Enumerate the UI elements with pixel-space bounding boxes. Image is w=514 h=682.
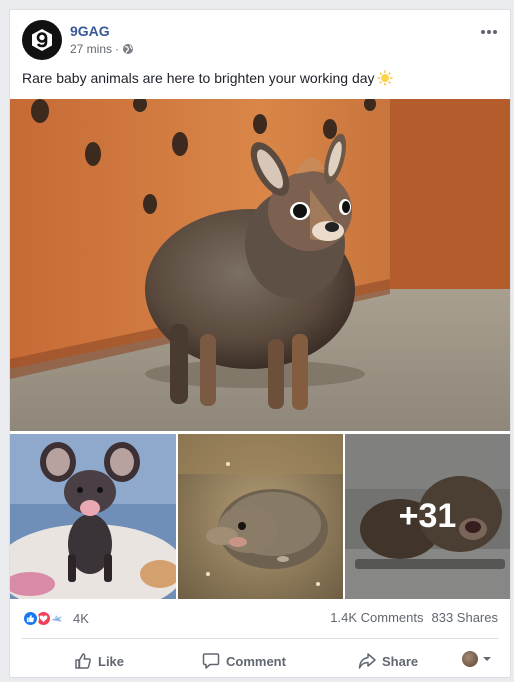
globe-icon[interactable]: [122, 43, 134, 55]
post-meta: 27 mins ·: [70, 42, 134, 56]
page-name[interactable]: 9GAG: [70, 23, 110, 39]
photo-main[interactable]: [10, 99, 510, 431]
share-icon: [358, 653, 376, 669]
comment-icon: [202, 653, 220, 669]
comment-count[interactable]: 1.4K Comments: [330, 610, 423, 625]
9gag-logo-icon: [32, 29, 52, 51]
share-button[interactable]: Share: [358, 652, 418, 670]
sun-emoji-icon: [377, 70, 393, 86]
page-avatar[interactable]: [22, 20, 62, 60]
photo-thumb-3[interactable]: +31: [345, 434, 510, 599]
comment-button[interactable]: Comment: [202, 652, 286, 670]
actions-divider: [22, 638, 498, 639]
more-photos-overlay[interactable]: +31: [345, 434, 510, 599]
post-card: 9GAG 27 mins · Rare baby animals are her…: [9, 9, 511, 678]
like-button[interactable]: Like: [74, 652, 124, 670]
post-text: Rare baby animals are here to brighten y…: [22, 70, 393, 86]
more-options-icon[interactable]: [480, 22, 498, 40]
engagement-stats: 1.4K Comments 833 Shares: [330, 610, 498, 625]
chevron-down-icon: [483, 657, 491, 661]
share-label: Share: [382, 653, 419, 669]
post-message: Rare baby animals are here to brighten y…: [22, 70, 375, 86]
thumbs-up-icon: [75, 653, 91, 669]
post-timestamp[interactable]: 27 mins: [70, 42, 112, 56]
post-header: 9GAG 27 mins ·: [22, 20, 498, 60]
post-stats: 4K 1.4K Comments 833 Shares: [22, 608, 498, 630]
photo-thumb-1[interactable]: [10, 434, 176, 599]
avatar: [462, 651, 478, 667]
share-count[interactable]: 833 Shares: [432, 610, 499, 625]
like-reaction-icon: [22, 610, 39, 627]
like-label: Like: [98, 653, 125, 669]
comment-label: Comment: [226, 653, 286, 669]
reaction-summary[interactable]: 4K: [22, 610, 89, 627]
photo-thumb-2[interactable]: [178, 434, 343, 599]
action-bar: Like Comment Share: [22, 646, 498, 676]
reaction-count: 4K: [73, 611, 89, 626]
profile-chooser[interactable]: [462, 651, 492, 667]
meta-separator: ·: [115, 42, 120, 56]
